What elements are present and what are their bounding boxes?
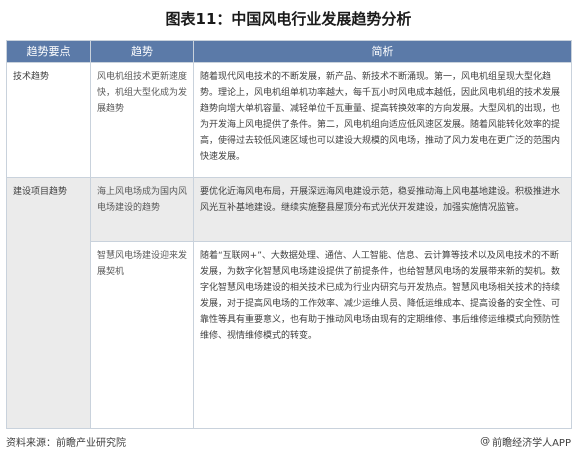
analysis-cell: 随着“互联网+”、大数据处理、通信、人工智能、信息、云计算等技术以及风电技术的不… (193, 241, 572, 429)
table-row: 建设项目趋势 海上风电场成为国内风电场建设的趋势 要优化近海风电布局，开展深远海… (6, 177, 572, 429)
analysis-cell: 要优化近海风电布局，开展深远海风电建设示范，稳妥推动海上风电基地建设。积极推进水… (193, 177, 572, 242)
header-key-points: 趋势要点 (6, 40, 91, 63)
at-icon: @ (480, 436, 491, 447)
trend-cell: 海上风电场成为国内风电场建设的趋势 (90, 177, 194, 242)
analysis-cell: 随着现代风电技术的不断发展，新产品、新技术不断涌现。第一，风电机组呈现大型化趋势… (193, 62, 572, 178)
brand-name: 前瞻经济学人APP (492, 438, 571, 449)
page-title: 图表11：中国风电行业发展趋势分析 (165, 10, 412, 28)
source-note: 资料来源：前瞻产业研究院 (6, 438, 126, 449)
trend-cell: 风电机组技术更新速度快，机组大型化成为发展趋势 (90, 62, 194, 178)
footer: 资料来源：前瞻产业研究院 @ 前瞻经济学人APP (6, 434, 571, 450)
header-analysis: 简析 (193, 40, 572, 63)
header-trend: 趋势 (90, 40, 194, 63)
table-row: 技术趋势 风电机组技术更新速度快，机组大型化成为发展趋势 随着现代风电技术的不断… (6, 62, 572, 178)
category-cell: 建设项目趋势 (6, 177, 91, 429)
trend-table: 趋势要点 趋势 简析 技术趋势 风电机组技术更新速度快，机组大型化成为发展趋势 … (6, 40, 572, 429)
table-row: 智慧风电场建设迎来发展契机 随着“互联网+”、大数据处理、通信、人工智能、信息、… (7, 241, 572, 429)
trend-cell: 智慧风电场建设迎来发展契机 (90, 241, 194, 429)
brand-credit: @ 前瞻经济学人APP (480, 434, 571, 449)
table-header-row: 趋势要点 趋势 简析 (6, 40, 572, 63)
category-cell: 技术趋势 (6, 62, 91, 178)
